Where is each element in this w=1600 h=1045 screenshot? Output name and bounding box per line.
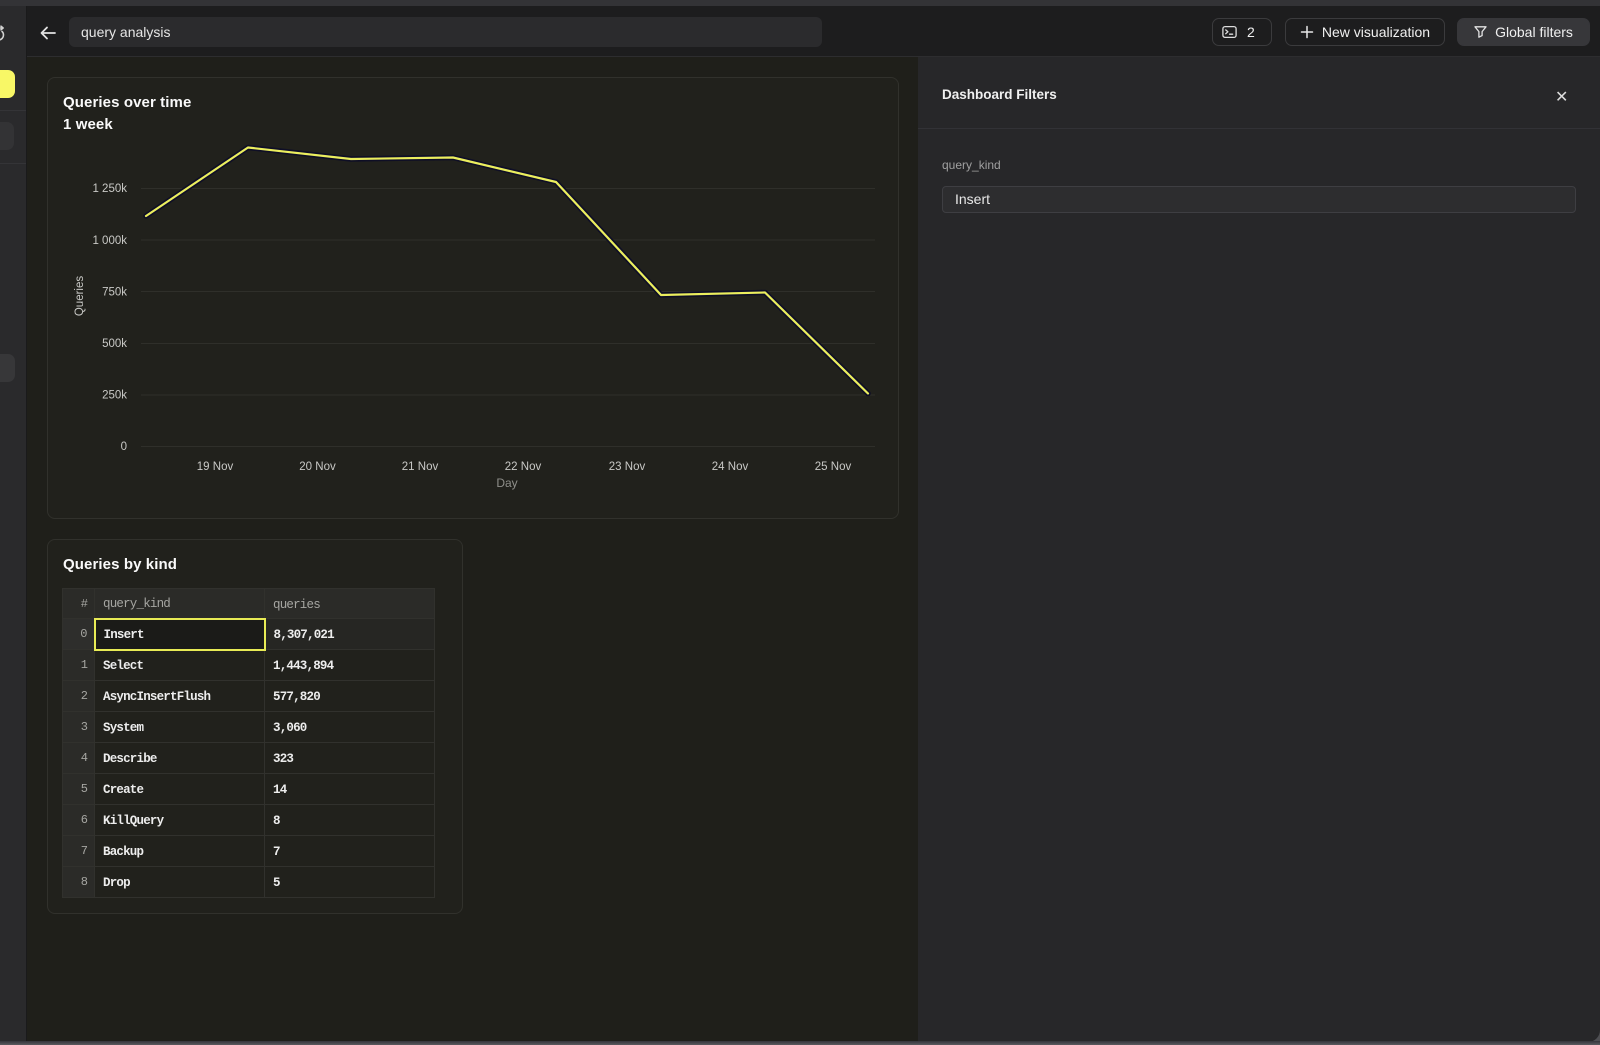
svg-text:22 Nov: 22 Nov <box>505 461 542 473</box>
svg-text:1 250k: 1 250k <box>92 183 127 195</box>
svg-text:23 Nov: 23 Nov <box>609 461 646 473</box>
svg-text:0: 0 <box>121 441 127 453</box>
svg-text:24 Nov: 24 Nov <box>712 461 749 473</box>
svg-text:Day: Day <box>496 476 517 490</box>
svg-text:250k: 250k <box>102 390 127 402</box>
svg-text:Queries: Queries <box>74 276 86 317</box>
svg-text:500k: 500k <box>102 338 127 350</box>
svg-text:21 Nov: 21 Nov <box>402 461 439 473</box>
svg-text:19 Nov: 19 Nov <box>197 461 234 473</box>
svg-text:1 000k: 1 000k <box>92 235 127 247</box>
svg-text:750k: 750k <box>102 287 127 299</box>
svg-text:25 Nov: 25 Nov <box>815 461 852 473</box>
svg-text:20 Nov: 20 Nov <box>299 461 336 473</box>
